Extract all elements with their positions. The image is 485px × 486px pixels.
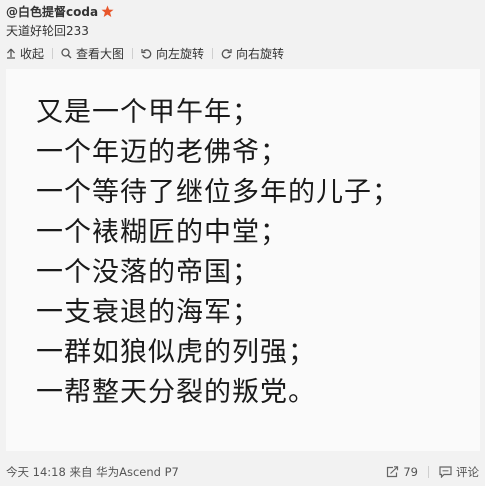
image-text-block: 又是一个甲午年； 一个年迈的老佛爷； 一个等待了继位多年的儿子； 一个裱糊匠的中… (36, 93, 400, 413)
image-text-line: 一帮整天分裂的叛党。 (36, 377, 316, 408)
view-large-label: 查看大图 (76, 46, 125, 61)
rotate-left-button[interactable]: 向左旋转 (141, 45, 204, 62)
image-text-line: 一个没落的帝国； (36, 257, 260, 288)
image-text-line: 一支衰退的海军； (36, 297, 260, 328)
post-meta: 今天 14:18 来自 华为Ascend P7 (6, 465, 179, 479)
divider (428, 466, 429, 478)
post-header: @白色提督coda 天道好轮回233 (6, 2, 479, 39)
view-large-button[interactable]: 查看大图 (61, 45, 124, 62)
collapse-up-icon (7, 48, 15, 59)
rotate-left-icon (141, 48, 152, 59)
author-name[interactable]: @白色提督coda (6, 3, 98, 20)
divider (132, 47, 134, 59)
image-text-line: 又是一个甲午年； (36, 97, 260, 128)
collapse-button[interactable]: 收起 (6, 45, 44, 62)
search-icon (61, 47, 72, 58)
comment-button[interactable]: 评论 (439, 464, 479, 480)
author-row: @白色提督coda (6, 2, 479, 20)
post-text: 天道好轮回233 (6, 24, 89, 38)
repost-button[interactable]: 79 (386, 465, 418, 479)
divider (212, 47, 214, 59)
comment-icon (439, 466, 452, 478)
divider (52, 47, 54, 59)
image-toolbar: 收起 查看大图 向左旋转 向右旋转 (6, 44, 284, 62)
comment-label: 评论 (456, 465, 479, 479)
rotate-right-button[interactable]: 向右旋转 (221, 45, 284, 62)
image-text-line: 一群如狼似虎的列强； (36, 337, 316, 368)
image-text-line: 一个年迈的老佛爷； (36, 137, 288, 168)
collapse-label: 收起 (20, 46, 45, 61)
post-actions: 79 评论 (386, 464, 479, 480)
rotate-right-label: 向右旋转 (236, 46, 285, 61)
repost-icon (387, 466, 399, 478)
image-text-line: 一个等待了继位多年的儿子； (36, 177, 400, 208)
rotate-right-icon (221, 48, 232, 59)
post-image[interactable]: 又是一个甲午年； 一个年迈的老佛爷； 一个等待了继位多年的儿子； 一个裱糊匠的中… (6, 69, 480, 451)
rotate-left-label: 向左旋转 (156, 46, 205, 61)
repost-count: 79 (403, 465, 418, 479)
image-text-line: 一个裱糊匠的中堂； (36, 217, 288, 248)
post-footer: 今天 14:18 来自 华为Ascend P7 79 评论 (6, 462, 479, 482)
star-badge-icon (101, 5, 114, 18)
